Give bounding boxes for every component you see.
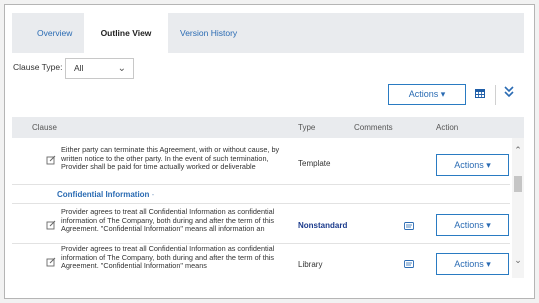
actions-dropdown-button[interactable]: Actions ▾	[388, 84, 466, 105]
comment-icon[interactable]	[404, 260, 414, 268]
clause-type: Template	[298, 159, 331, 168]
clause-text: Either party can terminate this Agreemen…	[61, 145, 280, 172]
toolbar-divider	[495, 85, 496, 105]
clause-text: Provider agrees to treat all Confidentia…	[61, 244, 275, 271]
row-actions-button[interactable]: Actions ▾	[436, 214, 509, 236]
clause-type-value: All	[74, 63, 84, 73]
header-type: Type	[298, 123, 316, 132]
clause-edit-icon[interactable]	[46, 155, 56, 165]
header-clause: Clause	[32, 123, 57, 132]
clause-type: Nonstandard	[298, 221, 348, 230]
clause-type-label: Clause Type:	[13, 62, 63, 72]
tab-bar: Overview Outline View Version History	[12, 13, 524, 53]
scrollbar-thumb[interactable]	[514, 176, 522, 192]
header-comments: Comments	[354, 123, 393, 132]
section-title-text: Confidential Information	[57, 190, 150, 199]
tab-outline-view[interactable]: Outline View	[84, 13, 168, 53]
scroll-down-icon[interactable]: ⌄	[512, 254, 524, 266]
section-title[interactable]: Confidential Information -	[57, 190, 154, 199]
chevron-down-icon: ⌄	[117, 63, 126, 74]
tab-version-history[interactable]: Version History	[180, 13, 237, 53]
double-chevron-down-icon[interactable]	[503, 84, 515, 100]
row-divider	[12, 184, 510, 185]
clause-edit-icon[interactable]	[46, 257, 56, 267]
tab-overview[interactable]: Overview	[37, 13, 72, 53]
clause-type: Library	[298, 260, 323, 269]
clause-type-select[interactable]: All ⌄	[65, 58, 134, 79]
row-divider	[12, 203, 510, 204]
clause-edit-icon[interactable]	[46, 220, 56, 230]
table-header: Clause Type Comments Action	[12, 117, 524, 138]
header-action: Action	[436, 123, 459, 132]
table-view-icon[interactable]	[475, 89, 485, 98]
scroll-up-icon[interactable]: ⌃	[512, 144, 524, 156]
row-actions-button[interactable]: Actions ▾	[436, 253, 509, 275]
clause-text: Provider agrees to treat all Confidentia…	[61, 207, 275, 234]
collapse-caret-icon[interactable]: -	[152, 190, 155, 199]
row-actions-button[interactable]: Actions ▾	[436, 154, 509, 176]
comment-icon[interactable]	[404, 222, 414, 230]
